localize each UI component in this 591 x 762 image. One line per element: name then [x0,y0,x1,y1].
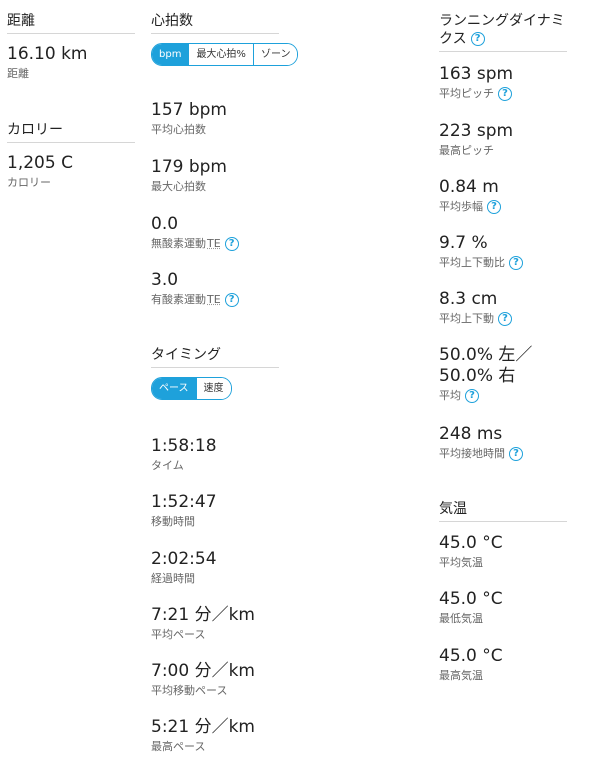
avg-gct-value: 248 ms [439,424,503,444]
max-hr-stat: 179 bpm 最大心拍数 [151,157,227,194]
calories-stat: 1,205 C カロリー [7,153,73,190]
distance-value: 16.10 km [7,44,88,64]
avg-cadence-label: 平均ピッチ [439,87,494,100]
best-pace-label: 最高ペース [151,740,206,753]
elapsed-time-stat: 2:02:54 経過時間 [151,549,217,586]
avg-stride-value: 0.84 m [439,177,499,197]
avg-moving-pace-stat: 7:00 分／km 平均移動ペース [151,661,255,698]
anaerobic-te-value: 0.0 [151,214,179,234]
avg-moving-pace-value: 7:00 分／km [151,661,255,681]
min-temp-label: 最低気温 [439,612,483,625]
distance-label: 距離 [7,67,29,80]
max-temp-value: 45.0 °C [439,646,503,666]
temperature-title: 気温 [439,500,567,522]
time-stat: 1:58:18 タイム [151,436,217,473]
te-abbr: TE [207,293,221,306]
avg-stride-stat: 0.84 m 平均歩幅? [439,177,501,214]
max-cadence-label: 最高ピッチ [439,144,494,157]
gct-balance-value-right: 50.0% 右 [439,366,516,386]
vertical-ratio-value: 9.7 % [439,233,488,253]
avg-cadence-value: 163 spm [439,64,514,84]
help-icon[interactable]: ? [487,200,501,214]
elapsed-time-label: 経過時間 [151,572,195,585]
min-temp-stat: 45.0 °C 最低気温 [439,589,503,626]
max-hr-value: 179 bpm [151,157,227,177]
vertical-ratio-stat: 9.7 % 平均上下動比? [439,233,523,270]
calories-section: カロリー 1,205 C カロリー [7,121,135,189]
help-icon[interactable]: ? [224,237,239,251]
help-icon[interactable]: ? [470,32,485,46]
toggle-pace[interactable]: ペース [152,378,196,399]
avg-pace-label: 平均ペース [151,628,206,641]
calories-title: カロリー [7,121,135,143]
heart-rate-section: 心拍数 [151,12,279,34]
elapsed-time-value: 2:02:54 [151,549,217,569]
help-icon[interactable]: ? [465,389,479,403]
avg-pace-stat: 7:21 分／km 平均ペース [151,605,255,642]
avg-gct-stat: 248 ms 平均接地時間? [439,424,523,461]
running-dynamics-title: ランニングダイナミ クス ? [439,12,567,52]
temperature-section: 気温 [439,500,567,522]
moving-time-stat: 1:52:47 移動時間 [151,492,217,529]
te-abbr: TE [207,237,221,250]
toggle-speed[interactable]: 速度 [195,378,231,399]
calories-value: 1,205 C [7,153,73,173]
time-value: 1:58:18 [151,436,217,456]
avg-gct-label: 平均接地時間 [439,447,505,460]
heart-rate-title: 心拍数 [151,12,279,34]
toggle-bpm[interactable]: bpm [152,44,189,65]
timing-section: タイミング [151,346,279,368]
avg-stride-label: 平均歩幅 [439,200,483,213]
anaerobic-te-stat: 0.0 無酸素運動 TE ? [151,214,239,251]
help-icon[interactable]: ? [224,293,239,307]
avg-hr-value: 157 bpm [151,100,227,120]
distance-section: 距離 16.10 km 距離 [7,12,135,80]
distance-title: 距離 [7,12,135,34]
moving-time-label: 移動時間 [151,515,195,528]
help-icon[interactable]: ? [509,447,523,461]
gct-balance-label: 平均 [439,389,461,402]
min-temp-value: 45.0 °C [439,589,503,609]
moving-time-value: 1:52:47 [151,492,217,512]
gct-balance-stat: 50.0% 左／ 50.0% 右 平均? [439,345,532,403]
max-cadence-value: 223 spm [439,121,514,141]
best-pace-value: 5:21 分／km [151,717,255,737]
aerobic-te-stat: 3.0 有酸素運動 TE ? [151,270,239,307]
max-hr-label: 最大心拍数 [151,180,206,193]
timing-title: タイミング [151,346,279,368]
vertical-oscillation-value: 8.3 cm [439,289,498,309]
max-cadence-stat: 223 spm 最高ピッチ [439,121,513,158]
help-icon[interactable]: ? [498,312,512,326]
avg-hr-label: 平均心拍数 [151,123,206,136]
running-dynamics-section: ランニングダイナミ クス ? [439,12,567,52]
vertical-oscillation-label: 平均上下動 [439,312,494,325]
aerobic-te-label: 有酸素運動 [151,293,206,306]
heart-rate-toggle[interactable]: bpm 最大心拍% ゾーン [151,43,299,66]
gct-balance-value-left: 50.0% 左／ [439,345,533,365]
calories-label: カロリー [7,176,51,189]
max-temp-stat: 45.0 °C 最高気温 [439,646,503,683]
vertical-ratio-label: 平均上下動比 [439,256,505,269]
distance-stat: 16.10 km 距離 [7,44,87,81]
best-pace-stat: 5:21 分／km 最高ペース [151,717,255,754]
anaerobic-te-label: 無酸素運動 [151,237,206,250]
timing-toggle[interactable]: ペース 速度 [151,377,232,400]
avg-pace-value: 7:21 分／km [151,605,255,625]
avg-moving-pace-label: 平均移動ペース [151,684,228,697]
avg-hr-stat: 157 bpm 平均心拍数 [151,100,227,137]
time-label: タイム [151,459,184,472]
toggle-zone[interactable]: ゾーン [252,44,298,65]
avg-temp-label: 平均気温 [439,556,483,569]
max-temp-label: 最高気温 [439,669,483,682]
help-icon[interactable]: ? [498,87,512,101]
help-icon[interactable]: ? [509,256,523,270]
avg-temp-value: 45.0 °C [439,533,503,553]
toggle-max-hr-percent[interactable]: 最大心拍% [188,44,253,65]
vertical-oscillation-stat: 8.3 cm 平均上下動? [439,289,512,326]
avg-temp-stat: 45.0 °C 平均気温 [439,533,503,570]
aerobic-te-value: 3.0 [151,270,179,290]
avg-cadence-stat: 163 spm 平均ピッチ? [439,64,513,101]
